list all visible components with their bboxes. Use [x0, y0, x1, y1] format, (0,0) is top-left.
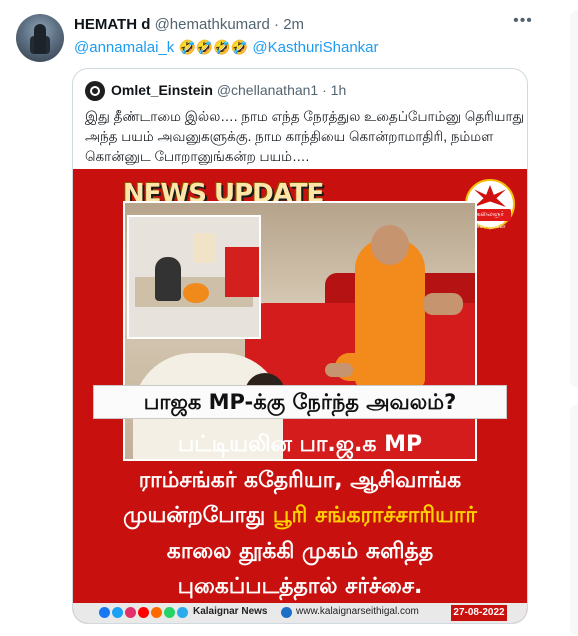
- quote-avatar[interactable]: [85, 81, 105, 101]
- body-line-text: முயன்றபோது: [123, 503, 273, 528]
- news-body: பட்டியலின பா.ஜ.க MP ராம்சங்கர் கதேரியா, …: [73, 427, 527, 605]
- body-line-highlight: பூரி சங்கராச்சாரியார்: [272, 503, 477, 528]
- quote-timestamp[interactable]: 1h: [331, 82, 347, 98]
- body-line: முயன்றபோது பூரி சங்கராச்சாரியார்: [73, 498, 527, 534]
- body-line-text: காலை தூக்கி முகம் சுளித்த: [166, 538, 434, 564]
- avatar-figure-head: [34, 24, 46, 54]
- globe-icon: [281, 607, 292, 618]
- quote-handle[interactable]: @chellanathan1: [217, 82, 318, 98]
- telegram-icon: [177, 607, 188, 618]
- whatsapp-icon: [164, 607, 175, 618]
- body-line: காலை தூக்கி முகம் சுளித்த: [73, 534, 527, 570]
- body-line-text: ராம்சங்கர் கதேரியா, ஆசிவாங்க: [138, 467, 462, 493]
- right-rail: [556, 0, 578, 636]
- quote-header: Omlet_Einstein @chellanathan1 · 1h: [111, 82, 346, 98]
- quote-text-line: அந்த பயம் அவனுகளுக்கு. நாம காந்தியை கொன்…: [85, 129, 494, 144]
- body-line: ராம்சங்கர் கதேரியா, ஆசிவாங்க: [73, 463, 527, 499]
- footer-brand: Kalaignar News: [193, 606, 268, 617]
- quoted-tweet[interactable]: Omlet_Einstein @chellanathan1 · 1h இது த…: [72, 68, 528, 624]
- photo-monk-arm: [423, 293, 463, 315]
- photo-foot: [325, 363, 353, 377]
- body-line: புகைப்படத்தால் சர்ச்சை.: [73, 569, 527, 605]
- instagram-icon: [125, 607, 136, 618]
- quote-text: இது தீண்டாமை இல்ல…. நாம எந்த நேரத்துல உத…: [85, 107, 525, 167]
- social-icons: [99, 607, 188, 618]
- body-line-text: புகைப்படத்தால் சர்ச்சை.: [177, 574, 423, 599]
- image-footer: Kalaignar News www.kalaignarseithigal.co…: [73, 603, 527, 623]
- more-horizontal-icon[interactable]: •••: [510, 12, 536, 32]
- inset-fruit-basket: [183, 283, 209, 303]
- twitter-icon: [112, 607, 123, 618]
- body-line: பட்டியலின பா.ஜ.க MP: [73, 427, 527, 463]
- quote-display-name[interactable]: Omlet_Einstein: [111, 82, 213, 98]
- rail-card: [570, 404, 578, 636]
- handle[interactable]: @hemathkumard: [155, 16, 270, 33]
- inset-man: [155, 257, 181, 301]
- news-photo: [123, 201, 477, 461]
- tweet-header: HEMATH d @hemathkumard · 2m: [74, 16, 304, 33]
- quote-text-line: கொன்னுட போறானுங்கன்ற பயம்….: [85, 149, 310, 164]
- avatar[interactable]: [16, 14, 64, 62]
- body-line-text: பட்டியலின பா.ஜ.க MP: [177, 432, 423, 457]
- emoji-laughing: 🤣🤣🤣🤣: [178, 39, 249, 55]
- sharechat-icon: [151, 607, 162, 618]
- news-image[interactable]: NEWS UPDATE கலைஞர் செய்திகள் பாஜக MP-க்க…: [73, 169, 527, 623]
- quote-text-line: இது தீண்டாமை இல்ல…. நாம எந்த நேரத்துல உத…: [85, 109, 525, 124]
- youtube-icon: [138, 607, 149, 618]
- rail-card: [570, 10, 578, 388]
- quote-separator-dot: ·: [322, 82, 327, 98]
- inset-chair: [193, 233, 215, 263]
- headline-band: பாஜக MP-க்கு நேர்ந்த அவலம்?: [93, 385, 507, 419]
- inset-sofa: [225, 247, 259, 297]
- tweet[interactable]: HEMATH d @hemathkumard · 2m ••• @annamal…: [0, 0, 546, 636]
- mention-annamalai[interactable]: @annamalai_k: [74, 39, 174, 56]
- footer-date: 27-08-2022: [451, 605, 507, 621]
- mention-kasthuri[interactable]: @KasthuriShankar: [252, 39, 378, 56]
- facebook-icon: [99, 607, 110, 618]
- tweet-text: @annamalai_k 🤣🤣🤣🤣 @KasthuriShankar: [74, 39, 379, 56]
- headline: பாஜக MP-க்கு நேர்ந்த அவலம்?: [143, 390, 457, 414]
- footer-url: www.kalaignarseithigal.com: [296, 606, 419, 617]
- separator-dot: ·: [274, 16, 280, 33]
- timestamp[interactable]: 2m: [283, 16, 304, 33]
- display-name[interactable]: HEMATH d: [74, 16, 150, 33]
- photo-inset: [127, 215, 261, 339]
- photo-monk-head: [371, 225, 409, 265]
